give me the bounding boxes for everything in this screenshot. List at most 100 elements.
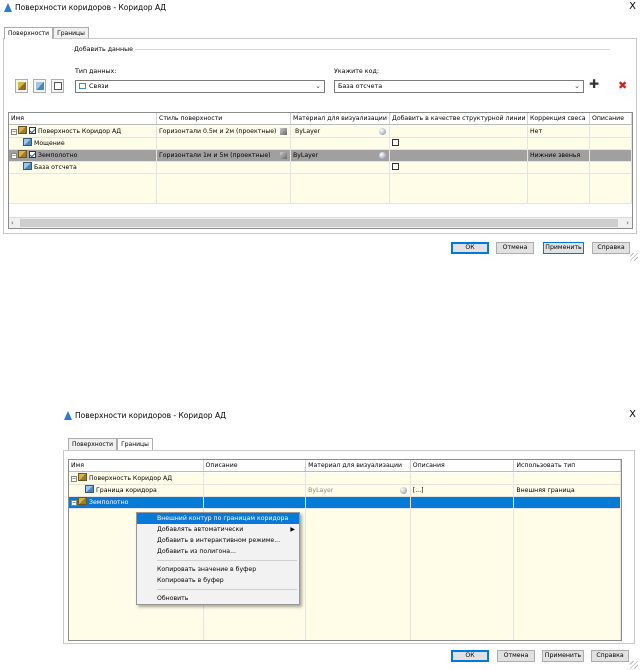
menu-item-refresh[interactable]: Обновить xyxy=(137,593,299,604)
scroll-left-icon[interactable]: ‹ xyxy=(11,218,14,228)
code-value: База отсчета xyxy=(338,82,383,90)
scroll-thumb[interactable] xyxy=(20,219,618,227)
row-name: Поверхность Коридор АД xyxy=(89,475,173,482)
close-icon[interactable]: X xyxy=(629,408,636,422)
row-name: База отсчета xyxy=(34,164,77,171)
style-icon[interactable] xyxy=(280,152,287,159)
collapse-icon[interactable]: − xyxy=(71,476,77,482)
column-surface-style[interactable]: Стиль поверхности xyxy=(157,113,291,124)
code-label: Укажите код: xyxy=(334,68,379,75)
delete-icon: ✖ xyxy=(618,79,628,92)
menu-item-label: Добавлять автоматически xyxy=(157,526,244,533)
tab-surfaces[interactable]: Поверхности xyxy=(68,438,118,450)
table-row-empty xyxy=(9,174,632,204)
row-name: Мощение xyxy=(34,140,65,147)
row-overhang[interactable]: Нижние звенья xyxy=(530,152,580,159)
create-surface-button[interactable] xyxy=(15,79,28,93)
surface-icon xyxy=(18,126,27,134)
row-material[interactable]: ByLayer xyxy=(293,152,318,159)
column-description[interactable]: Описание xyxy=(590,113,632,124)
scroll-right-icon[interactable]: › xyxy=(626,218,629,228)
cancel-button[interactable]: Отмена xyxy=(496,242,534,254)
menu-item-outer-boundary[interactable]: Внешний контур по границам коридора xyxy=(137,513,299,524)
table-row[interactable]: Граница коридора ByLayer [...] Внешняя г… xyxy=(69,485,621,497)
table-row-selected[interactable]: − Земполотно xyxy=(69,497,621,509)
close-icon[interactable]: X xyxy=(629,0,636,14)
tab-surfaces[interactable]: Поверхности xyxy=(4,27,54,39)
context-menu: Внешний контур по границам коридора Доба… xyxy=(136,512,300,605)
surface-icon xyxy=(36,82,44,90)
boundary-icon xyxy=(85,485,94,493)
grid-header: Имя Описание Материал для визуализации О… xyxy=(69,460,621,472)
data-type-dropdown[interactable]: Связи ⌄ xyxy=(75,80,325,93)
dialog-title: Поверхности коридоров - Коридор АД xyxy=(75,410,226,420)
row-style[interactable]: Горизонтали 1м и 5м (проектные) xyxy=(159,152,271,159)
table-row-selected[interactable]: − Земполотно Горизонтали 1м и 5м (проектн… xyxy=(9,150,632,162)
menu-item-add-interactive[interactable]: Добавить в интерактивном режиме... xyxy=(137,535,299,546)
table-row[interactable]: − Поверхность Коридор АД xyxy=(69,473,621,485)
horizontal-scrollbar[interactable]: ‹ › xyxy=(9,217,632,228)
style-icon[interactable] xyxy=(280,128,287,135)
menu-item-copy[interactable]: Копировать в буфер xyxy=(137,575,299,586)
chevron-down-icon: ⌄ xyxy=(574,82,580,90)
add-surface-button[interactable] xyxy=(33,79,46,93)
column-overhang[interactable]: Коррекция свеса xyxy=(528,113,590,124)
surface-icon xyxy=(78,473,87,481)
ok-button[interactable]: ОК xyxy=(451,242,489,254)
menu-item-copy-value[interactable]: Копировать значение в буфер xyxy=(137,564,299,575)
row-overhang[interactable]: Нет xyxy=(530,128,542,135)
data-type-label: Тип данных: xyxy=(75,68,117,75)
data-type-value: Связи xyxy=(89,82,109,90)
material-icon[interactable] xyxy=(379,128,386,135)
resize-grip[interactable] xyxy=(630,661,638,669)
column-name[interactable]: Имя xyxy=(9,113,157,124)
code-dropdown[interactable]: База отсчета ⌄ xyxy=(334,80,584,93)
cancel-button[interactable]: Отмена xyxy=(497,650,535,662)
link-icon xyxy=(23,162,32,170)
material-icon[interactable] xyxy=(399,487,407,494)
column-name[interactable]: Имя xyxy=(69,460,204,471)
row-material[interactable]: ByLayer xyxy=(308,487,333,494)
add-data-group-line xyxy=(72,49,610,50)
row-material[interactable]: ByLayer xyxy=(295,128,320,135)
add-data-group-label: Добавить данные xyxy=(74,46,135,53)
add-data-button[interactable]: ✚ xyxy=(588,78,601,93)
row-type[interactable]: Внешняя граница xyxy=(516,487,574,494)
column-add-breakline[interactable]: Добавить в качестве структурной линии xyxy=(390,113,528,124)
row-style[interactable]: Горизонтали 0.5м и 2м (проектные) xyxy=(159,128,276,135)
table-row[interactable]: База отсчета xyxy=(9,162,632,174)
surface-checkbox[interactable] xyxy=(29,151,36,158)
column-render-material[interactable]: Материал для визуализации xyxy=(291,113,390,124)
collapse-icon[interactable]: − xyxy=(11,129,17,135)
surface-checkbox[interactable] xyxy=(29,127,36,134)
app-icon xyxy=(3,2,12,12)
menu-item-add-from-polygon[interactable]: Добавить из полигона... xyxy=(137,546,299,557)
tab-boundaries[interactable]: Границы xyxy=(117,438,153,450)
delete-button[interactable]: ✖ xyxy=(616,79,629,93)
table-row[interactable]: − Поверхность Коридор АД Горизонтали 0.5м… xyxy=(9,126,632,138)
surface-add-icon xyxy=(18,82,26,90)
ok-button[interactable]: ОК xyxy=(451,650,489,662)
help-button[interactable]: Справка xyxy=(592,242,630,254)
apply-button[interactable]: Применить xyxy=(542,650,584,662)
surface-settings-button[interactable] xyxy=(51,79,64,93)
table-row[interactable]: Мощение xyxy=(9,138,632,150)
column-render-material[interactable]: Материал для визуализации xyxy=(306,460,411,471)
apply-button[interactable]: Применить xyxy=(543,242,584,254)
chevron-down-icon: ⌄ xyxy=(315,82,321,90)
breakline-checkbox[interactable] xyxy=(392,163,399,170)
resize-grip[interactable] xyxy=(630,253,638,261)
expand-icon[interactable]: − xyxy=(71,500,77,506)
collapse-icon[interactable]: − xyxy=(11,153,17,159)
surface-settings-icon xyxy=(54,82,62,90)
column-use-type[interactable]: Использовать тип xyxy=(514,460,621,471)
column-descriptions[interactable]: Описания xyxy=(411,460,515,471)
menu-separator xyxy=(157,589,297,590)
material-icon[interactable] xyxy=(379,152,386,159)
menu-item-add-automatically[interactable]: Добавлять автоматически ▶ xyxy=(137,524,299,535)
dialog-boundaries: Поверхности коридоров - Коридор АД X Пов… xyxy=(60,408,640,670)
column-description[interactable]: Описание xyxy=(204,460,307,471)
row-descs[interactable]: [...] xyxy=(413,487,424,494)
help-button[interactable]: Справка xyxy=(591,650,629,662)
breakline-checkbox[interactable] xyxy=(392,139,399,146)
